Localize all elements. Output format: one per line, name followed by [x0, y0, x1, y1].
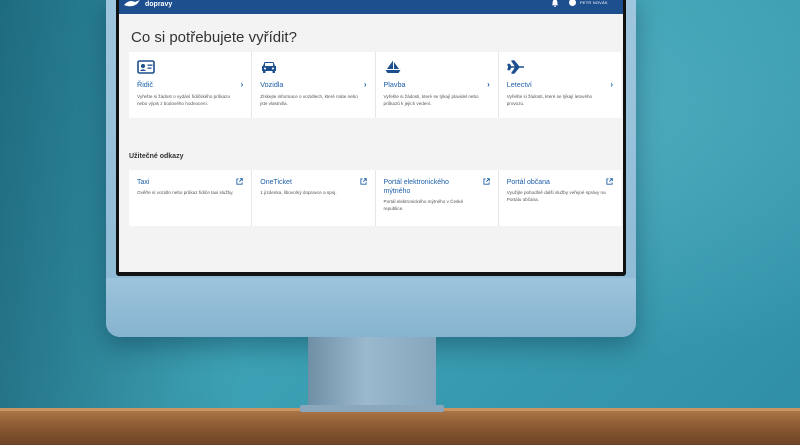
link-title[interactable]: Portál občana	[507, 178, 599, 187]
external-link-icon	[359, 178, 367, 185]
chevron-right-icon: ›	[363, 80, 367, 89]
link-card-oneticket[interactable]: OneTicket 1 jízdenka, libovolný dopravce…	[252, 170, 376, 226]
chevron-right-icon: ›	[487, 80, 490, 89]
card-title: Vozidla	[260, 80, 284, 89]
service-cards: Řidič › Vyřešte si žádost o vydání řidič…	[129, 52, 621, 118]
link-description: Ověřte si vozidlo nebo průkaz řidiče tax…	[137, 190, 234, 195]
card-description: Vyřešte si žádosti, které se týkají leto…	[506, 94, 593, 106]
link-description: 1 jízdenka, libovolný dopravce a spoj.	[260, 190, 337, 195]
link-title[interactable]: Portál elektronického mýtného	[384, 178, 476, 196]
external-link-icon	[483, 178, 490, 185]
link-card-portal-obcana[interactable]: Portál občana Využijte pohodlně další sl…	[499, 170, 621, 226]
card-description: Vyřešte si žádosti, které se týkají plav…	[383, 94, 479, 106]
bell-icon[interactable]	[551, 0, 559, 7]
sailboat-icon	[385, 60, 400, 73]
monitor-chin	[106, 278, 636, 337]
link-title[interactable]: Taxi	[137, 178, 229, 187]
screen: dopravy PETR NOVÁK Co si potřebujete vyř…	[119, 0, 623, 272]
link-title[interactable]: OneTicket	[260, 178, 352, 187]
link-card-taxi[interactable]: Taxi Ověřte si vozidlo nebo průkaz řidič…	[129, 170, 253, 226]
user-avatar-icon[interactable]	[569, 0, 576, 6]
car-icon	[262, 62, 277, 73]
logo-text[interactable]: dopravy	[145, 1, 172, 8]
chevron-right-icon: ›	[240, 80, 244, 89]
service-card-plavba[interactable]: Plavba › Vyřešte si žádosti, které se tý…	[375, 52, 499, 118]
user-name[interactable]: PETR NOVÁK	[580, 0, 608, 5]
link-description: Využijte pohodlně další služby veřejné s…	[506, 190, 606, 202]
desk	[0, 408, 800, 445]
useful-links-heading: Užitečné odkazy	[129, 153, 184, 160]
card-title: Letectví	[506, 80, 532, 89]
card-description: Vyřešte si žádost o vydání řidičského pr…	[137, 94, 231, 106]
monitor-stand-base	[300, 405, 444, 412]
chevron-right-icon: ›	[610, 80, 613, 89]
external-link-icon	[236, 178, 243, 185]
card-title: Plavba	[383, 80, 406, 89]
logo-icon[interactable]	[123, 0, 141, 8]
monitor-stand	[308, 337, 436, 409]
id-card-icon	[137, 60, 155, 74]
top-navigation-bar: dopravy PETR NOVÁK	[119, 0, 623, 14]
link-description: Portál elektronického mýtného v České re…	[383, 199, 464, 211]
card-description: Získejte informace o vozidlech, které má…	[260, 94, 358, 106]
service-card-ridic[interactable]: Řidič › Vyřešte si žádost o vydání řidič…	[129, 52, 253, 118]
link-card-mytne[interactable]: Portál elektronického mýtného Portál ele…	[376, 170, 499, 226]
card-title: Řidič	[137, 80, 153, 89]
external-link-icon	[606, 178, 613, 185]
page-title: Co si potřebujete vyřídit?	[131, 29, 297, 46]
airplane-icon	[507, 60, 524, 74]
useful-links: Taxi Ověřte si vozidlo nebo průkaz řidič…	[129, 170, 621, 226]
service-card-letectvi[interactable]: Letectví › Vyřešte si žádosti, které se …	[498, 52, 621, 118]
service-card-vozidla[interactable]: Vozidla › Získejte informace o vozidlech…	[252, 52, 376, 118]
